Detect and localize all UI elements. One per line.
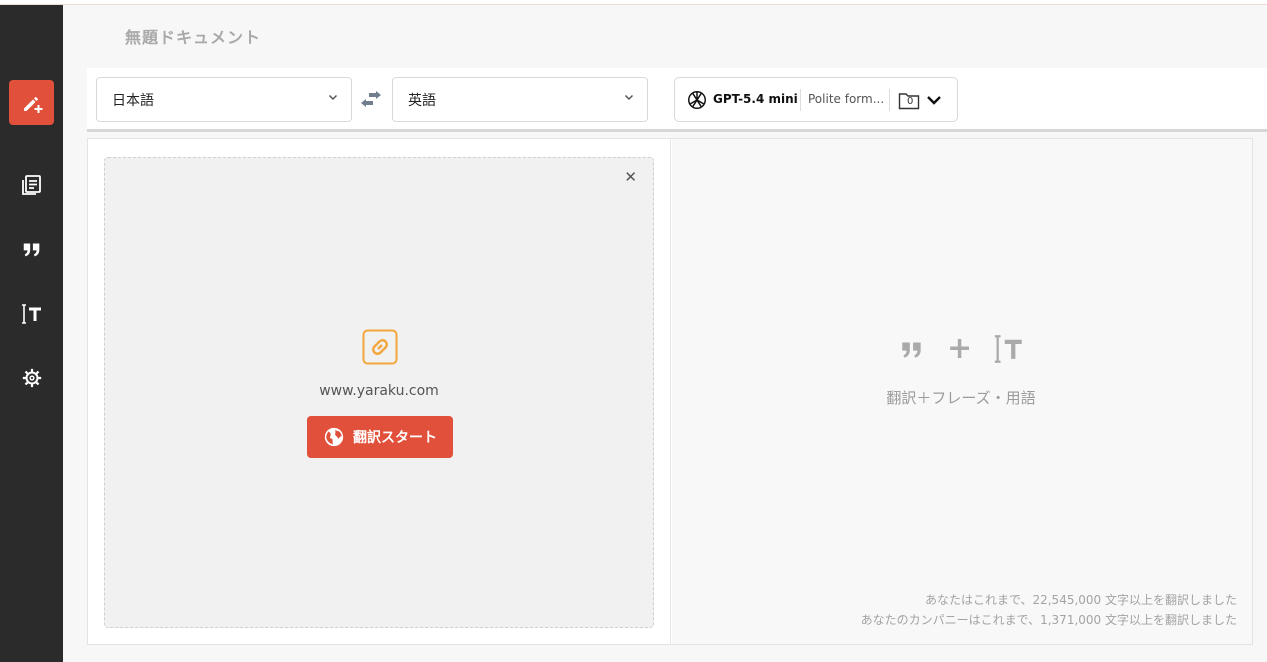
- source-panel: ✕ www.yaraku.com 翻訳スタート: [88, 139, 671, 644]
- chevron-down-icon: [328, 94, 338, 101]
- terms-button[interactable]: [9, 291, 54, 336]
- sidebar: [0, 5, 63, 662]
- target-panel: + 翻訳＋フレーズ・用語 あなたはこれまで、22,545,000 文字以上を翻訳…: [672, 139, 1252, 644]
- document-title[interactable]: 無題ドキュメント: [125, 24, 261, 48]
- feature-icons: +: [897, 332, 1026, 366]
- text-cursor-t-icon: [21, 303, 41, 324]
- folder-count: 0: [907, 96, 914, 107]
- source-language-label: 日本語: [112, 93, 154, 109]
- pen-plus-icon: [23, 96, 42, 113]
- divider: [800, 89, 801, 111]
- divider: [889, 89, 890, 111]
- model-name: GPT-5.4 mini: [713, 92, 798, 106]
- chevron-down-icon: [624, 94, 634, 101]
- swap-arrows-icon: [361, 91, 381, 107]
- close-icon[interactable]: ✕: [624, 168, 637, 186]
- phrases-button[interactable]: [9, 226, 54, 271]
- top-border: [0, 0, 1267, 5]
- model-selector[interactable]: GPT-5.4 mini Polite form... 0: [674, 77, 958, 122]
- feature-label: 翻訳＋フレーズ・用語: [886, 389, 1036, 407]
- source-url: www.yaraku.com: [319, 383, 439, 399]
- new-translation-button[interactable]: [9, 80, 54, 125]
- toolbar: 日本語 英語 GPT-5.4 mini Polite form... 0: [87, 68, 1267, 132]
- chevron-down-icon[interactable]: [926, 94, 942, 106]
- editor-panels: ✕ www.yaraku.com 翻訳スタート + 翻訳＋フレーズ・用語 あなた…: [87, 138, 1253, 645]
- url-dropzone[interactable]: ✕ www.yaraku.com 翻訳スタート: [104, 157, 654, 628]
- quote-icon: [23, 243, 39, 256]
- target-language-select[interactable]: 英語: [392, 77, 648, 122]
- target-language-label: 英語: [408, 93, 436, 109]
- text-cursor-t-icon: [994, 335, 1022, 363]
- quote-icon: [902, 342, 921, 358]
- source-language-select[interactable]: 日本語: [96, 77, 352, 122]
- scroll-area: [1253, 138, 1267, 645]
- openai-logo-icon: [688, 91, 706, 109]
- user-stats: あなたはこれまで、22,545,000 文字以上を翻訳しました: [924, 593, 1237, 607]
- documents-button[interactable]: [9, 162, 54, 207]
- gear-icon: [22, 368, 41, 387]
- plus-icon: +: [947, 331, 973, 366]
- globe-icon: [324, 427, 344, 447]
- documents-icon: [21, 174, 41, 195]
- company-stats: あなたのカンパニーはこれまで、1,371,000 文字以上を翻訳しました: [860, 613, 1237, 627]
- start-translation-button[interactable]: 翻訳スタート: [307, 416, 453, 458]
- start-translation-label: 翻訳スタート: [353, 430, 437, 446]
- style-label[interactable]: Polite form...: [808, 92, 884, 106]
- swap-languages-button[interactable]: [359, 90, 383, 114]
- settings-button[interactable]: [9, 355, 54, 400]
- link-icon: [362, 329, 398, 365]
- translation-stats: あなたはこれまで、22,545,000 文字以上を翻訳しました あなたのカンパニ…: [861, 590, 1237, 630]
